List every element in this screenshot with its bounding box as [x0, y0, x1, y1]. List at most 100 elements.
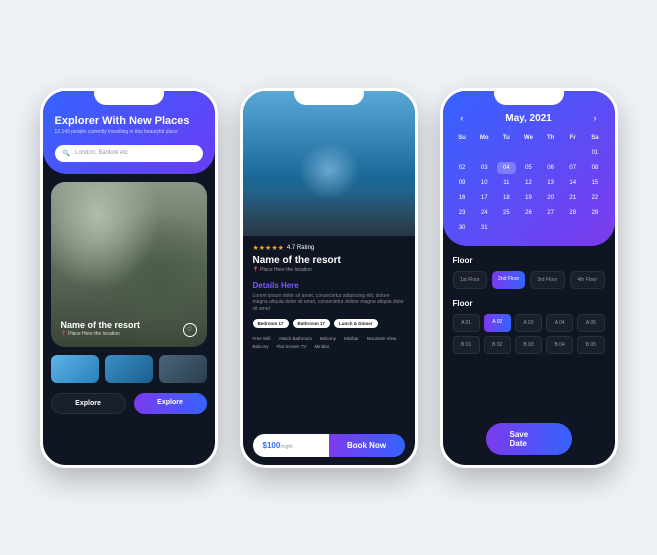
day-of-week: We: [519, 132, 538, 144]
prev-month-button[interactable]: ‹: [461, 113, 464, 123]
calendar-day[interactable]: 18: [497, 192, 516, 204]
room-button[interactable]: B 02: [484, 336, 511, 354]
calendar-day[interactable]: 23: [453, 207, 472, 219]
calendar-day: [497, 147, 516, 159]
floor-button[interactable]: 3rd Floor: [530, 271, 565, 289]
calendar-day[interactable]: 24: [475, 207, 494, 219]
calendar-day[interactable]: 03: [475, 162, 494, 174]
resort-location: 📍 Place Here the location: [61, 331, 141, 337]
calendar-day[interactable]: 09: [453, 177, 472, 189]
calendar-day[interactable]: 21: [563, 192, 582, 204]
room-button[interactable]: A 05: [577, 314, 604, 332]
search-input[interactable]: 🔍 London, Bankok etc: [55, 145, 203, 162]
calendar-day[interactable]: 15: [585, 177, 604, 189]
day-of-week: Fr: [563, 132, 582, 144]
calendar-day[interactable]: 07: [563, 162, 582, 174]
rating-text: 4.7 Rating: [287, 245, 314, 251]
calendar-day: [541, 147, 560, 159]
notch: [294, 91, 364, 105]
calendar-day[interactable]: 31: [475, 222, 494, 234]
next-month-button[interactable]: ›: [593, 113, 596, 123]
notch: [494, 91, 564, 105]
explore-button-1[interactable]: Explore: [51, 393, 126, 414]
calendar-day[interactable]: 29: [585, 207, 604, 219]
room-button[interactable]: A 04: [546, 314, 573, 332]
calendar-day: [453, 147, 472, 159]
explore-button-2[interactable]: Explore: [134, 393, 207, 414]
calendar-day[interactable]: 19: [519, 192, 538, 204]
thumbnail-1[interactable]: [51, 355, 99, 383]
resort-name: Name of the resort: [253, 255, 405, 266]
rating-row: ★★★★★ 4.7 Rating: [253, 244, 405, 252]
calendar-day[interactable]: 26: [519, 207, 538, 219]
calendar-day[interactable]: 10: [475, 177, 494, 189]
feature-pill: Bathroom 17: [293, 319, 331, 328]
day-of-week: Sa: [585, 132, 604, 144]
star-icon: ★★★★★: [253, 244, 284, 252]
floor-label: Floor: [453, 256, 605, 265]
details-heading: Details Here: [253, 281, 405, 290]
save-date-button[interactable]: Save Date: [486, 423, 572, 455]
resort-name: Name of the resort: [61, 320, 141, 330]
day-of-week: Su: [453, 132, 472, 144]
amenity-item: Balcony: [253, 344, 269, 349]
price-display: $100/night: [253, 434, 329, 457]
floor-button[interactable]: 4th Floor: [570, 271, 605, 289]
floor-button[interactable]: 2nd Floor: [492, 271, 525, 289]
room-button[interactable]: B 05: [577, 336, 604, 354]
amenity-item: Balcony: [320, 336, 336, 341]
calendar-day[interactable]: 06: [541, 162, 560, 174]
description-text: Lorem ipsum dolor sit amet, consectetur …: [253, 293, 405, 313]
month-label: May, 2021: [505, 113, 552, 124]
calendar-day[interactable]: 13: [541, 177, 560, 189]
resort-card[interactable]: Name of the resort 📍 Place Here the loca…: [51, 182, 207, 347]
room-label: Floor: [453, 299, 605, 308]
amenity-item: Minibar: [314, 344, 329, 349]
room-button[interactable]: A 02: [484, 314, 511, 332]
phone-calendar: ‹ May, 2021 › SuMoTuWeThFrSa010203040506…: [440, 88, 618, 468]
phone-explore: Explorer With New Places 12,140 people c…: [40, 88, 218, 468]
calendar-day[interactable]: 05: [519, 162, 538, 174]
calendar-day[interactable]: 27: [541, 207, 560, 219]
calendar-day[interactable]: 11: [497, 177, 516, 189]
feature-pills: Bedroom 17Bathroom 17Lunch & Dinner: [253, 319, 405, 328]
book-now-button[interactable]: Book Now: [329, 434, 405, 457]
amenity-item: Attach Bathroom: [279, 336, 313, 341]
room-button[interactable]: B 03: [515, 336, 542, 354]
calendar-day[interactable]: 16: [453, 192, 472, 204]
calendar-day[interactable]: 08: [585, 162, 604, 174]
room-button[interactable]: A 01: [453, 314, 480, 332]
calendar-day[interactable]: 01: [585, 147, 604, 159]
phone-detail: ★★★★★ 4.7 Rating Name of the resort 📍 Pl…: [240, 88, 418, 468]
calendar-day: [563, 147, 582, 159]
calendar-day[interactable]: 25: [497, 207, 516, 219]
room-button[interactable]: A 03: [515, 314, 542, 332]
room-button[interactable]: B 04: [546, 336, 573, 354]
day-of-week: Mo: [475, 132, 494, 144]
favorite-button[interactable]: ♡: [183, 323, 197, 337]
thumbnail-row: [43, 355, 215, 383]
calendar-day[interactable]: 30: [453, 222, 472, 234]
floor-button[interactable]: 1st Floor: [453, 271, 488, 289]
amenity-item: Flat Screen TV: [277, 344, 307, 349]
calendar-panel: ‹ May, 2021 › SuMoTuWeThFrSa010203040506…: [443, 91, 615, 246]
thumbnail-3[interactable]: [159, 355, 207, 383]
calendar-day: [475, 147, 494, 159]
room-button[interactable]: B 01: [453, 336, 480, 354]
calendar-day[interactable]: 17: [475, 192, 494, 204]
resort-location: 📍 Place Here the location: [253, 267, 405, 273]
thumbnail-2[interactable]: [105, 355, 153, 383]
calendar-day[interactable]: 20: [541, 192, 560, 204]
search-icon: 🔍: [63, 150, 70, 157]
calendar-day[interactable]: 04: [497, 162, 516, 174]
calendar-day: [519, 147, 538, 159]
calendar-day[interactable]: 12: [519, 177, 538, 189]
amenity-item: Mountain View: [367, 336, 396, 341]
rooms-row-a: A 01A 02A 03A 04A 05: [453, 314, 605, 332]
calendar-day[interactable]: 02: [453, 162, 472, 174]
calendar-day[interactable]: 28: [563, 207, 582, 219]
calendar-day[interactable]: 14: [563, 177, 582, 189]
calendar-day[interactable]: 22: [585, 192, 604, 204]
floor-row: 1st Floor2nd Floor 3rd Floor 4th Floor: [453, 271, 605, 289]
page-subtitle: 12,140 people currently travelling in th…: [55, 129, 203, 135]
